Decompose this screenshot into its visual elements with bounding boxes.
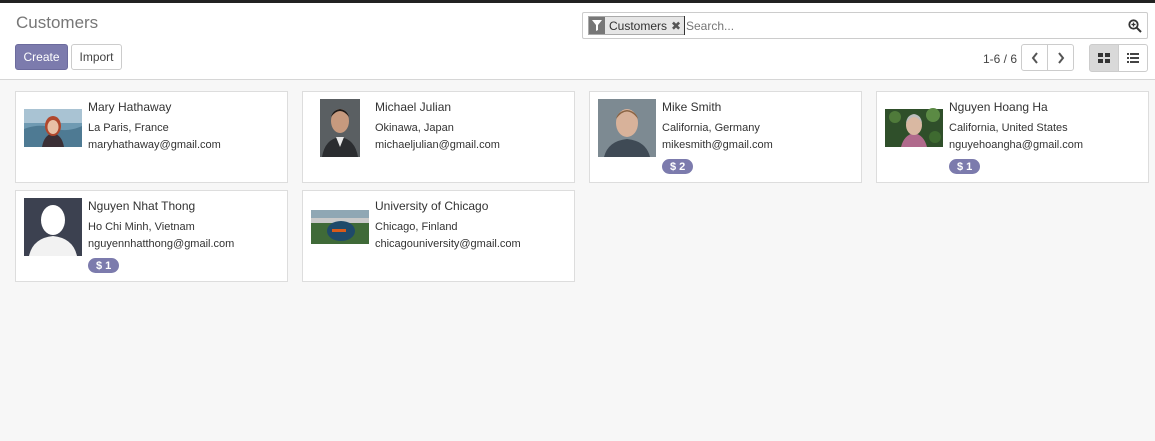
customer-location: Chicago, Finland	[375, 221, 458, 233]
pager-value[interactable]: 1-6 / 6	[983, 52, 1017, 66]
avatar	[885, 99, 943, 157]
invoice-badge[interactable]: $ 1	[949, 159, 981, 174]
avatar	[311, 198, 369, 256]
facet-label: Customers	[609, 18, 668, 33]
search-icon[interactable]	[1128, 19, 1142, 33]
import-button[interactable]: Import	[71, 44, 122, 70]
customer-card[interactable]: Michael Julian Okinawa, Japan michaeljul…	[302, 91, 575, 183]
avatar	[598, 99, 656, 157]
customer-location: California, United States	[949, 122, 1068, 134]
customer-name: Nguyen Hoang Ha	[949, 100, 1048, 114]
customer-location: Okinawa, Japan	[375, 122, 454, 134]
list-icon	[1127, 53, 1139, 63]
customer-name: Nguyen Nhat Thong	[88, 199, 196, 213]
kanban-icon	[1098, 53, 1110, 63]
search-input[interactable]	[684, 16, 1114, 35]
customer-email: michaeljulian@gmail.com	[375, 139, 500, 151]
kanban-view-button[interactable]	[1089, 44, 1119, 72]
customer-name: Michael Julian	[375, 100, 452, 114]
customer-email: chicagouniversity@gmail.com	[375, 238, 521, 250]
chevron-left-icon	[1031, 51, 1038, 64]
customer-name: University of Chicago	[375, 199, 489, 213]
pager-previous-button[interactable]	[1021, 44, 1048, 71]
customer-name: Mike Smith	[662, 100, 722, 114]
customer-name: Mary Hathaway	[88, 100, 172, 114]
customer-email: mikesmith@gmail.com	[662, 139, 773, 151]
invoice-badge[interactable]: $ 2	[662, 159, 694, 174]
customer-card[interactable]: Mike Smith California, Germany mikesmith…	[589, 91, 862, 183]
customer-card[interactable]: Mary Hathaway La Paris, France maryhatha…	[15, 91, 288, 183]
customer-email: nguyennhatthong@gmail.com	[88, 238, 235, 250]
filter-icon	[589, 17, 605, 34]
chevron-right-icon	[1057, 51, 1064, 64]
customer-email: nguyehoangha@gmail.com	[949, 139, 1084, 151]
avatar	[24, 99, 82, 157]
customer-location: California, Germany	[662, 122, 760, 134]
invoice-badge[interactable]: $ 1	[88, 258, 120, 273]
customer-card[interactable]: University of Chicago Chicago, Finland c…	[302, 190, 575, 282]
customer-location: Ho Chi Minh, Vietnam	[88, 221, 195, 233]
customer-email: maryhathaway@gmail.com	[88, 139, 221, 151]
search-facet: Customers ✖	[588, 16, 687, 35]
avatar	[24, 198, 82, 256]
page-title: Customers	[16, 13, 99, 32]
list-view-button[interactable]	[1118, 44, 1148, 72]
facet-remove-icon[interactable]: ✖	[671, 17, 685, 34]
create-button[interactable]: Create	[15, 44, 68, 70]
search-bar: Customers ✖	[582, 12, 1148, 39]
customer-location: La Paris, France	[88, 122, 169, 134]
customer-card[interactable]: Nguyen Hoang Ha California, United State…	[876, 91, 1149, 183]
control-panel: Customers Create Import Customers ✖ 1-6 …	[0, 3, 1155, 80]
avatar	[311, 99, 369, 157]
pager-next-button[interactable]	[1047, 44, 1074, 71]
customer-card[interactable]: Nguyen Nhat Thong Ho Chi Minh, Vietnam n…	[15, 190, 288, 282]
